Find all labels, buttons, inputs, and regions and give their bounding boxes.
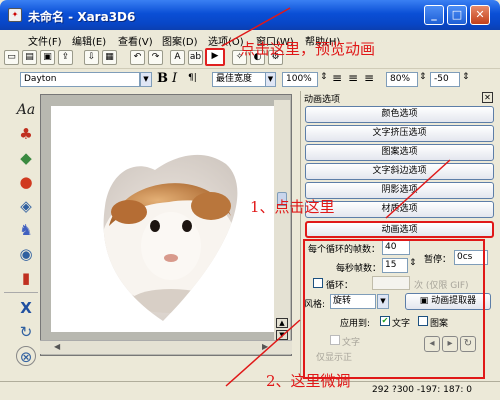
shadow-tool-icon[interactable]: ♞ xyxy=(16,220,36,240)
scroll-left-icon[interactable]: ◀ xyxy=(54,342,60,351)
new-file-icon[interactable]: ▭ xyxy=(4,50,19,65)
shape-tool-icon[interactable]: ♣ xyxy=(16,124,36,144)
transform-tool-icon[interactable]: X xyxy=(16,298,36,318)
menu-edit[interactable]: 编辑(E) xyxy=(72,33,106,48)
menu-pattern[interactable]: 图案(D) xyxy=(162,33,198,48)
app-icon: ✦ xyxy=(8,8,22,22)
undo-icon[interactable]: ↶ xyxy=(130,50,145,65)
bevel-tool-icon[interactable]: ◈ xyxy=(16,196,36,216)
export-icon[interactable]: ⇪ xyxy=(58,50,73,65)
extrude-tool-icon[interactable]: ▮ xyxy=(16,268,36,288)
animation-tool-icon[interactable]: ⊗ xyxy=(16,346,36,366)
menu-view[interactable]: 查看(V) xyxy=(118,33,153,48)
import-icon[interactable]: ⇩ xyxy=(84,50,99,65)
menu-file[interactable]: 文件(F) xyxy=(28,33,62,48)
open-file-icon[interactable]: ▤ xyxy=(22,50,37,65)
image-icon[interactable]: ▦ xyxy=(102,50,117,65)
annotation-adjust-here: 2、这里微调 xyxy=(266,372,351,390)
annotation-click-here: 1、点击这里 xyxy=(250,198,335,216)
text-icon[interactable]: A xyxy=(170,50,185,65)
text-tool-icon[interactable]: Aa xyxy=(16,100,36,120)
cube-tool-icon[interactable]: ◆ xyxy=(16,148,36,168)
font-dropdown-icon[interactable]: ▼ xyxy=(140,72,152,87)
save-icon[interactable]: ▣ xyxy=(40,50,55,65)
redo-icon[interactable]: ↷ xyxy=(148,50,163,65)
annotation-arrows xyxy=(221,7,485,387)
italic-button[interactable]: I xyxy=(172,71,177,86)
globe-tool-icon[interactable]: ◉ xyxy=(16,244,36,264)
font-select[interactable]: Dayton xyxy=(20,72,140,87)
color-tool-icon[interactable]: ● xyxy=(16,172,36,192)
rotate-tool-icon[interactable]: ↻ xyxy=(16,322,36,342)
toolbox-divider xyxy=(4,292,38,293)
window-title: 未命名 - Xara3D6 xyxy=(28,10,136,24)
monospace-icon[interactable]: ¶| xyxy=(188,73,197,83)
bold-button[interactable]: B xyxy=(157,71,168,86)
